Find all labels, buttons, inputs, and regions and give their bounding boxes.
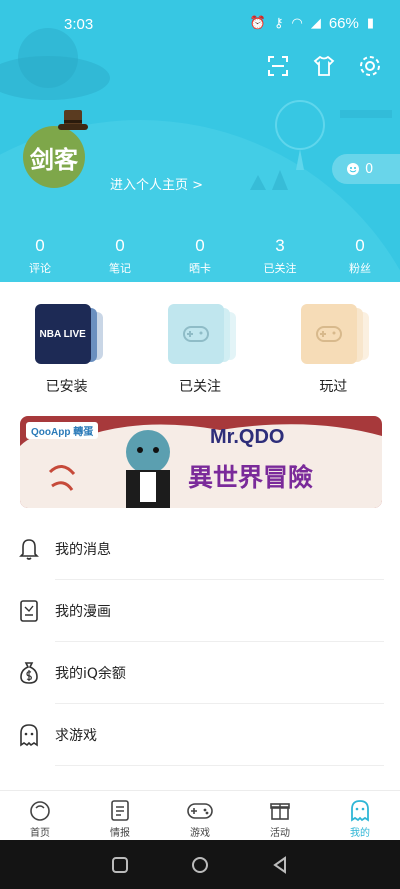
back-button[interactable] <box>271 855 289 874</box>
home-button[interactable] <box>191 856 209 874</box>
wifi-icon: ◠ <box>291 16 303 31</box>
ghost-icon <box>351 800 369 822</box>
divider <box>55 765 384 766</box>
followed-games[interactable]: 已关注 <box>150 304 250 400</box>
menu-label: 我的iQ余额 <box>55 666 126 682</box>
gamepad-icon <box>187 803 213 819</box>
status-icons: ⏰ ⚷ ◠ ◢ 66% ▮ <box>250 15 374 32</box>
coin-balance[interactable]: 0 <box>332 154 400 184</box>
nav-events[interactable]: 活动 <box>240 791 320 840</box>
played-games[interactable]: 玩过 <box>283 304 383 400</box>
banner-title: Mr.QDO <box>210 426 285 448</box>
nav-games[interactable]: 游戏 <box>160 791 240 840</box>
battery-icon: ▮ <box>366 16 374 31</box>
menu-item-comics[interactable]: 我的漫画 <box>0 580 400 642</box>
recents-button[interactable] <box>111 856 129 874</box>
news-icon <box>111 800 129 821</box>
stat-comments[interactable]: 0 评论 <box>0 236 80 276</box>
banner-subtitle: 異世界冒險 <box>188 463 314 492</box>
stats-row: 0 评论 0 笔记 0 晒卡 3 已关注 0 粉丝 <box>0 236 400 276</box>
installed-games[interactable]: NBA LIVE 已安装 <box>17 304 117 400</box>
settings-button[interactable] <box>356 52 384 80</box>
system-navigation-bar <box>0 840 400 889</box>
stat-label: 已关注 <box>263 262 297 275</box>
alarm-icon: ⏰ <box>249 16 266 31</box>
coin-count: 0 <box>365 161 374 177</box>
tshirt-icon <box>313 55 335 76</box>
promo-banner-section: QooApp 轉蛋 Mr.QDO 異世界冒險 <box>0 400 400 518</box>
stat-following[interactable]: 3 已关注 <box>240 236 320 276</box>
played-label: 玩过 <box>319 379 348 395</box>
signal-icon: ◢ <box>310 16 321 31</box>
stat-label: 晒卡 <box>189 262 211 275</box>
nav-home[interactable]: 首页 <box>0 791 80 840</box>
installed-label: 已安装 <box>45 379 88 395</box>
outfit-button[interactable] <box>310 52 338 80</box>
stat-followers[interactable]: 0 粉丝 <box>320 236 400 276</box>
menu-label: 我的漫画 <box>55 604 111 620</box>
stat-notes[interactable]: 0 笔记 <box>80 236 160 276</box>
hat-icon <box>58 110 88 130</box>
settings-menu: 我的消息 我的漫画 我的iQ余额 求游戏 <box>0 518 400 790</box>
stat-value: 0 <box>115 236 125 255</box>
status-time: 3:03 <box>64 16 94 33</box>
followed-placeholder <box>167 304 224 364</box>
money-bag-icon <box>20 662 38 684</box>
stat-label: 粉丝 <box>349 262 371 275</box>
promo-banner[interactable]: QooApp 轉蛋 Mr.QDO 異世界冒險 <box>20 416 382 508</box>
gamepad-icon <box>182 326 209 342</box>
home-icon <box>30 801 50 821</box>
menu-item-request-game[interactable]: 求游戏 <box>0 704 400 766</box>
ghost-icon <box>20 724 38 747</box>
header-actions <box>264 52 384 80</box>
followed-label: 已关注 <box>178 379 221 395</box>
key-icon: ⚷ <box>273 16 284 31</box>
nav-label: 情报 <box>110 828 130 839</box>
stat-label: 评论 <box>29 262 51 275</box>
stat-value: 3 <box>275 236 285 255</box>
stat-value: 0 <box>35 236 45 255</box>
gift-icon <box>270 803 290 820</box>
homepage-link[interactable]: 进入个人主页 > <box>110 174 203 193</box>
played-stack <box>293 304 373 366</box>
status-bar: 3:03 ⏰ ⚷ ◠ ◢ 66% ▮ <box>0 12 400 40</box>
bottom-navigation: 首页 情报 游戏 活动 我的 <box>0 790 400 840</box>
menu-label: 我的消息 <box>55 542 111 558</box>
menu-label: 求游戏 <box>55 728 97 744</box>
game-shelves: NBA LIVE 已安装 已关注 玩过 <box>0 282 400 400</box>
profile-header: 3:03 ⏰ ⚷ ◠ ◢ 66% ▮ 剑客 进入个人主页 > 0 0评论 0笔 <box>0 0 400 282</box>
stat-label: 笔记 <box>109 262 131 275</box>
nav-mine[interactable]: 我的 <box>320 791 400 840</box>
comic-icon <box>20 600 38 622</box>
scan-icon <box>268 56 288 76</box>
nav-label: 游戏 <box>190 828 210 839</box>
banner-brand: QooApp 轉蛋 <box>26 422 99 439</box>
menu-item-messages[interactable]: 我的消息 <box>0 518 400 580</box>
stat-value: 0 <box>355 236 365 255</box>
menu-item-iq-balance[interactable]: 我的iQ余额 <box>0 642 400 704</box>
gamepad-icon <box>316 326 343 342</box>
gear-icon <box>360 56 380 76</box>
bell-icon <box>19 539 39 560</box>
stat-cards[interactable]: 0 晒卡 <box>160 236 240 276</box>
nav-news[interactable]: 情报 <box>80 791 160 840</box>
nav-label: 首页 <box>30 828 50 839</box>
stat-value: 0 <box>195 236 205 255</box>
smiley-coin-icon <box>347 163 359 175</box>
followed-stack <box>160 304 240 366</box>
nba-live-cover: NBA LIVE <box>34 304 91 364</box>
installed-stack: NBA LIVE <box>27 304 107 366</box>
scan-button[interactable] <box>264 52 292 80</box>
nav-label: 活动 <box>270 828 290 839</box>
battery-level: 66% <box>328 15 359 32</box>
nav-label: 我的 <box>350 828 370 839</box>
played-placeholder <box>301 304 358 364</box>
